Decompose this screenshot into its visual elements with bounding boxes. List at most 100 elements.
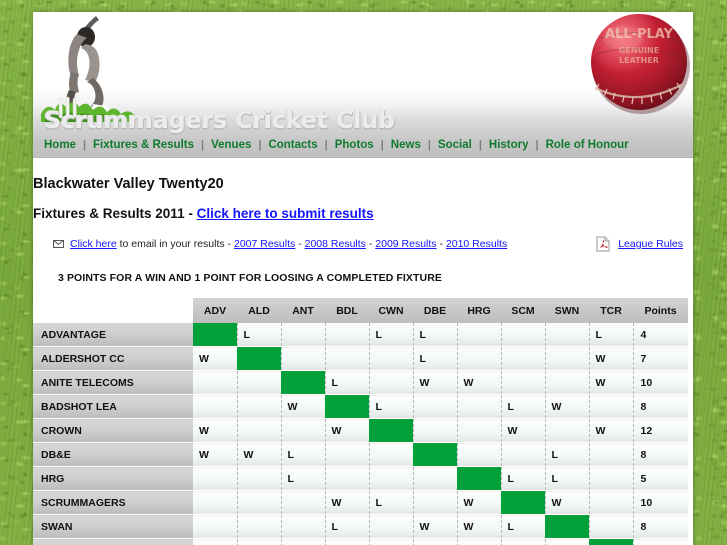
points-cell: 10 <box>632 370 688 395</box>
result-cell: W <box>236 442 281 467</box>
nav-item-social[interactable]: Social <box>438 139 472 151</box>
result-cell <box>412 538 457 545</box>
result-cell <box>456 538 501 545</box>
nav-separator: | <box>380 138 384 151</box>
results-links-row: Click here to email in your results - 20… <box>33 236 693 254</box>
table-row: SCRUMMAGERS W L W W 10 <box>33 490 688 515</box>
result-cell: L <box>368 323 413 347</box>
section-title: Fixtures & Results 2011 - Click here to … <box>33 192 693 221</box>
result-cell: L <box>500 514 545 539</box>
column-header-hrg: HRG <box>457 298 501 323</box>
result-cell: L <box>500 466 545 491</box>
team-name-cell: ALDERSHOT CC <box>33 346 193 371</box>
team-name-cell: CROWN <box>33 418 193 443</box>
main-navigation[interactable]: Home | Fixtures & Results | Venues | Con… <box>33 132 693 158</box>
results-link-2008[interactable]: 2008 Results <box>305 238 366 250</box>
result-cell: W <box>588 346 633 371</box>
result-cell: W <box>588 418 633 443</box>
result-cell <box>280 514 325 539</box>
result-cell <box>456 394 501 419</box>
result-cell <box>456 323 501 347</box>
result-cell: L <box>324 370 369 395</box>
result-cell: W <box>456 370 501 395</box>
team-name-cell: DB&E <box>33 442 193 467</box>
result-cell <box>280 346 325 371</box>
result-cell: W <box>500 418 545 443</box>
result-cell: L <box>236 538 281 545</box>
column-header-ald: ALD <box>237 298 281 323</box>
result-cell: W <box>412 370 457 395</box>
result-cell <box>500 442 545 467</box>
nav-item-role-of-honour[interactable]: Role of Honour <box>546 139 629 151</box>
page-title: Blackwater Valley Twenty20 <box>33 176 224 192</box>
result-cell <box>280 490 325 515</box>
result-cell <box>544 538 589 545</box>
result-cell <box>544 346 589 371</box>
table-body: ADVANTAGE L L L L 4 ALDERSHOT CC W L W 7 ANITE TELE… <box>33 323 688 545</box>
result-cell <box>324 538 369 545</box>
results-link-2009[interactable]: 2009 Results <box>375 238 436 250</box>
points-cell: 7 <box>632 346 688 371</box>
result-cell <box>456 418 501 443</box>
result-cell <box>368 466 413 491</box>
result-cell: W <box>544 394 589 419</box>
league-rules-link[interactable]: League Rules <box>618 238 683 250</box>
nav-item-home[interactable]: Home <box>44 139 76 151</box>
envelope-icon <box>53 240 64 248</box>
points-cell: 12 <box>632 418 688 443</box>
results-link-2010[interactable]: 2010 Results <box>446 238 507 250</box>
result-cell: W <box>324 490 369 515</box>
result-cell <box>193 370 237 395</box>
result-cell-self <box>281 370 325 395</box>
nav-item-fixtures-results[interactable]: Fixtures & Results <box>93 139 194 151</box>
result-cell <box>280 323 325 347</box>
result-cell-self <box>501 490 545 515</box>
nav-item-news[interactable]: News <box>391 139 421 151</box>
result-cell <box>412 418 457 443</box>
result-cell <box>324 442 369 467</box>
team-name-cell: BADSHOT LEA <box>33 394 193 419</box>
results-link-2007[interactable]: 2007 Results <box>234 238 295 250</box>
result-cell: W <box>456 490 501 515</box>
email-click-here-link[interactable]: Click here <box>70 238 117 250</box>
column-header-dbe: DBE <box>413 298 457 323</box>
team-name-cell: ADVANTAGE <box>33 323 193 347</box>
column-header-team <box>33 298 193 323</box>
nav-item-history[interactable]: History <box>489 139 529 151</box>
submit-results-link[interactable]: Click here to submit results <box>197 206 374 221</box>
archive-separator: - <box>365 238 376 250</box>
result-cell <box>456 346 501 371</box>
result-cell-self <box>369 418 413 443</box>
points-cell: 8 <box>632 514 688 539</box>
result-cell: L <box>500 394 545 419</box>
table-header-row: ADV ALD ANT BDL CWN DBE HRG SCM SWN TCR … <box>33 298 688 323</box>
result-cell <box>324 323 369 347</box>
result-cell: L <box>368 538 413 545</box>
result-cell <box>588 442 633 467</box>
table-row: SWAN L W W L 8 <box>33 514 688 539</box>
points-cell: 8 <box>632 442 688 467</box>
column-header-scm: SCM <box>501 298 545 323</box>
nav-separator: | <box>82 138 87 151</box>
result-cell <box>236 466 281 491</box>
result-cell <box>544 418 589 443</box>
result-cell-self <box>193 323 237 347</box>
league-rules-row: League Rules <box>596 236 683 252</box>
result-cell <box>193 394 237 419</box>
result-cell <box>588 490 633 515</box>
result-cell <box>324 466 369 491</box>
result-cell: L <box>544 466 589 491</box>
result-cell: W <box>193 418 237 443</box>
email-results-text: to email in your results - <box>116 238 234 250</box>
result-cell <box>412 394 457 419</box>
nav-separator: | <box>201 138 205 151</box>
nav-item-venues[interactable]: Venues <box>211 139 251 151</box>
points-cell: 4 <box>632 323 688 347</box>
nav-separator: | <box>258 138 262 151</box>
nav-item-photos[interactable]: Photos <box>335 139 374 151</box>
pdf-icon[interactable] <box>596 236 610 252</box>
nav-item-contacts[interactable]: Contacts <box>268 139 317 151</box>
table-row: TEACHERSWLLL6 <box>33 538 688 545</box>
result-cell: W <box>324 418 369 443</box>
table-row: CROWN W W W W 12 <box>33 418 688 443</box>
